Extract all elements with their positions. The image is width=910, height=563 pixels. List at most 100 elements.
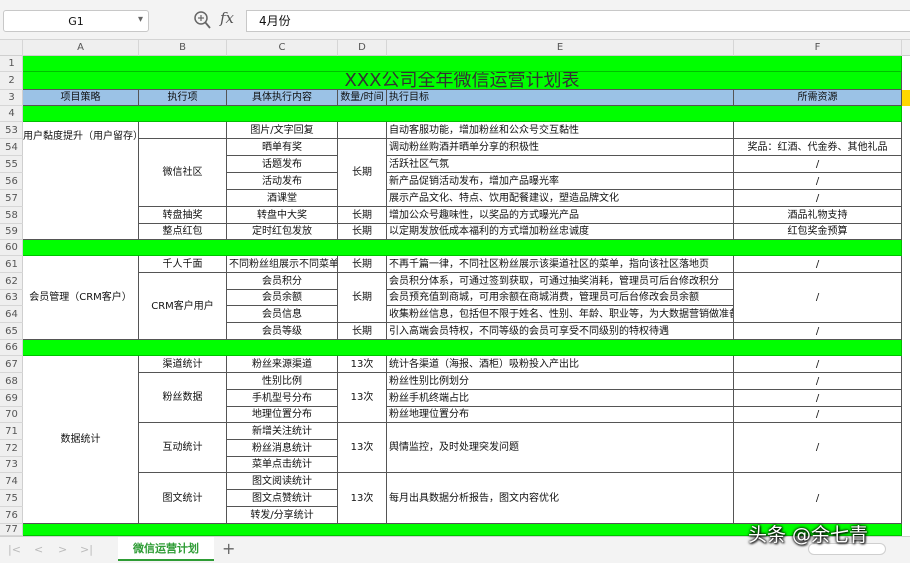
goal-cell[interactable]: 调动粉丝购酒并晒单分享的积极性 (387, 139, 734, 156)
content-cell[interactable]: 图片/文字回复 (227, 122, 338, 139)
row-header[interactable]: 70 (0, 407, 23, 423)
resource-cell[interactable]: / (734, 273, 902, 323)
add-sheet-button[interactable]: + (222, 539, 235, 558)
quantity-cell[interactable]: 长期 (338, 323, 387, 340)
content-cell[interactable]: 图文点赞统计 (227, 490, 338, 507)
sheet-tab-active[interactable]: 微信运营计划 (118, 537, 214, 561)
row-header[interactable]: 57 (0, 190, 23, 207)
header-cell[interactable]: 执行项 (139, 90, 227, 106)
resource-cell[interactable]: 奖品：红酒、代金券、其他礼品 (734, 139, 902, 156)
row-header[interactable]: 60 (0, 240, 23, 256)
content-cell[interactable]: 会员余额 (227, 290, 338, 306)
goal-cell[interactable]: 活跃社区气氛 (387, 156, 734, 173)
row-header[interactable]: 69 (0, 390, 23, 407)
content-cell[interactable]: 话题发布 (227, 156, 338, 173)
green-band-row[interactable] (23, 106, 902, 122)
quantity-cell[interactable]: 13次 (338, 356, 387, 373)
resource-cell[interactable]: / (734, 373, 902, 390)
goal-cell[interactable]: 统计各渠道（海报、酒柜）吸粉投入产出比 (387, 356, 734, 373)
exec-item-cell[interactable]: 转盘抽奖 (139, 207, 227, 224)
exec-item-cell[interactable]: 渠道统计 (139, 356, 227, 373)
row-header[interactable]: 76 (0, 507, 23, 524)
goal-cell[interactable]: 收集粉丝信息，包括但不限于姓名、性别、年龄、职业等，为大数据营销做准备 (387, 306, 734, 323)
resource-cell[interactable]: / (734, 423, 902, 473)
goal-cell[interactable]: 不再千篇一律，不同社区粉丝展示该渠道社区的菜单，指向该社区落地页 (387, 256, 734, 273)
row-header[interactable]: 68 (0, 373, 23, 390)
chevron-down-icon[interactable]: ▾ (138, 14, 143, 25)
green-band-row[interactable] (23, 56, 902, 72)
green-band-row[interactable] (23, 340, 902, 356)
goal-cell[interactable]: 舆情监控，及时处理突发问题 (387, 423, 734, 473)
resource-cell[interactable]: / (734, 407, 902, 423)
resource-cell[interactable]: 红包奖金预算 (734, 224, 902, 240)
column-header-a[interactable]: A (23, 40, 139, 56)
header-cell[interactable]: 所需资源 (734, 90, 902, 106)
content-cell[interactable]: 图文阅读统计 (227, 473, 338, 490)
goal-cell[interactable]: 引入高端会员特权，不同等级的会员可享受不同级别的特权待遇 (387, 323, 734, 340)
row-header[interactable]: 63 (0, 290, 23, 306)
content-cell[interactable]: 会员积分 (227, 273, 338, 290)
content-cell[interactable]: 新增关注统计 (227, 423, 338, 440)
content-cell[interactable]: 活动发布 (227, 173, 338, 190)
resource-cell[interactable]: / (734, 190, 902, 207)
resource-cell[interactable]: / (734, 256, 902, 273)
quantity-cell[interactable]: 长期 (338, 273, 387, 323)
row-header[interactable]: 55 (0, 156, 23, 173)
exec-item-cell[interactable]: 千人千面 (139, 256, 227, 273)
row-header[interactable]: 61 (0, 256, 23, 273)
strategy-cell[interactable]: 数据统计 (23, 356, 139, 524)
header-cell[interactable]: 数量/时间 (338, 90, 387, 106)
row-header[interactable]: 77 (0, 524, 23, 536)
exec-item-cell[interactable]: CRM客户用户 (139, 273, 227, 340)
content-cell[interactable]: 定时红包发放 (227, 224, 338, 240)
first-sheet-icon[interactable]: |< (8, 543, 21, 556)
content-cell[interactable]: 性别比例 (227, 373, 338, 390)
goal-cell[interactable]: 自动客服功能，增加粉丝和公众号交互黏性 (387, 122, 734, 139)
exec-item-cell[interactable]: 互动统计 (139, 423, 227, 473)
exec-item-cell[interactable]: 图文统计 (139, 473, 227, 524)
resource-cell[interactable]: / (734, 390, 902, 407)
exec-item-cell[interactable]: 整点红包 (139, 224, 227, 240)
row-header[interactable]: 64 (0, 306, 23, 323)
column-header-c[interactable]: C (227, 40, 338, 56)
row-header[interactable]: 71 (0, 423, 23, 440)
goal-cell[interactable]: 粉丝性别比例划分 (387, 373, 734, 390)
row-header[interactable]: 59 (0, 224, 23, 240)
content-cell[interactable]: 转盘中大奖 (227, 207, 338, 224)
row-header[interactable]: 67 (0, 356, 23, 373)
prev-sheet-icon[interactable]: < (34, 543, 43, 556)
quantity-cell[interactable]: 13次 (338, 423, 387, 473)
header-cell[interactable]: 具体执行内容 (227, 90, 338, 106)
last-sheet-icon[interactable]: >| (80, 543, 93, 556)
resource-cell[interactable]: / (734, 323, 902, 340)
exec-item-cell[interactable] (139, 122, 227, 139)
goal-cell[interactable]: 粉丝手机终端占比 (387, 390, 734, 407)
goal-cell[interactable]: 新产品促销活动发布，增加产品曝光率 (387, 173, 734, 190)
goal-cell[interactable]: 以定期发放低成本福利的方式增加粉丝忠诚度 (387, 224, 734, 240)
row-header[interactable]: 56 (0, 173, 23, 190)
exec-item-cell[interactable]: 粉丝数据 (139, 373, 227, 423)
fx-icon[interactable]: fx (220, 9, 234, 27)
content-cell[interactable]: 转发/分享统计 (227, 507, 338, 524)
resource-cell[interactable]: / (734, 473, 902, 524)
column-header-b[interactable]: B (139, 40, 227, 56)
quantity-cell[interactable]: 长期 (338, 207, 387, 224)
resource-cell[interactable]: / (734, 356, 902, 373)
row-header[interactable]: 65 (0, 323, 23, 340)
strategy-cell[interactable]: 会员管理（CRM客户） (23, 256, 139, 340)
next-sheet-icon[interactable]: > (58, 543, 67, 556)
row-header[interactable]: 3 (0, 90, 23, 106)
row-header[interactable]: 66 (0, 340, 23, 356)
resource-cell[interactable]: 酒品礼物支持 (734, 207, 902, 224)
row-header[interactable]: 72 (0, 440, 23, 457)
goal-cell[interactable]: 会员预充值到商城，可用余额在商城消费，管理员可后台修改会员余额 (387, 290, 734, 306)
formula-input[interactable]: 4月份 (246, 10, 910, 32)
row-header[interactable]: 1 (0, 56, 23, 72)
row-header[interactable]: 73 (0, 457, 23, 473)
resource-cell[interactable] (734, 122, 902, 139)
content-cell[interactable]: 粉丝消息统计 (227, 440, 338, 457)
goal-cell[interactable]: 增加公众号趣味性，以奖品的方式曝光产品 (387, 207, 734, 224)
goal-cell[interactable]: 粉丝地理位置分布 (387, 407, 734, 423)
row-header[interactable]: 54 (0, 139, 23, 156)
resource-cell[interactable]: / (734, 156, 902, 173)
